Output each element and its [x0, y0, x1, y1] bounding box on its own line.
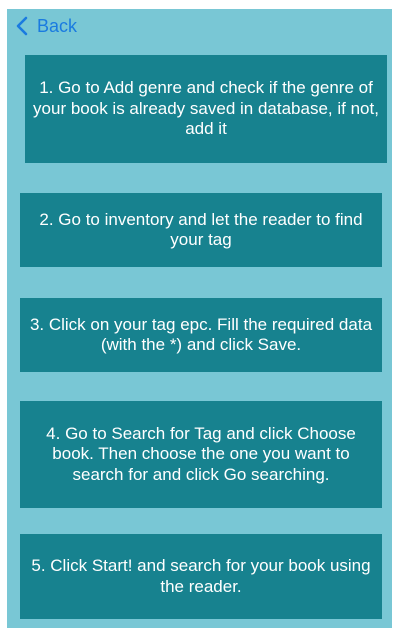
- step-1-button[interactable]: 1. Go to Add genre and check if the genr…: [25, 55, 387, 163]
- step-4-button[interactable]: 4. Go to Search for Tag and click Choose…: [20, 401, 382, 508]
- step-5-button[interactable]: 5. Click Start! and search for your book…: [20, 534, 382, 619]
- back-label: Back: [37, 16, 78, 36]
- step-3-button[interactable]: 3. Click on your tag epc. Fill the requi…: [20, 298, 382, 372]
- instructions-screen: Back 1. Go to Add genre and check if the…: [7, 9, 392, 628]
- step-5-text: 5. Click Start! and search for your book…: [31, 556, 371, 596]
- chevron-left-icon: [16, 16, 28, 36]
- step-2-text: 2. Go to inventory and let the reader to…: [39, 209, 363, 250]
- step-3-text: 3. Click on your tag epc. Fill the requi…: [29, 314, 373, 355]
- step-1-text: 1. Go to Add genre and check if the genr…: [33, 78, 379, 139]
- step-4-text: 4. Go to Search for Tag and click Choose…: [46, 423, 356, 484]
- back-button[interactable]: Back: [13, 15, 77, 37]
- step-2-button[interactable]: 2. Go to inventory and let the reader to…: [20, 193, 382, 267]
